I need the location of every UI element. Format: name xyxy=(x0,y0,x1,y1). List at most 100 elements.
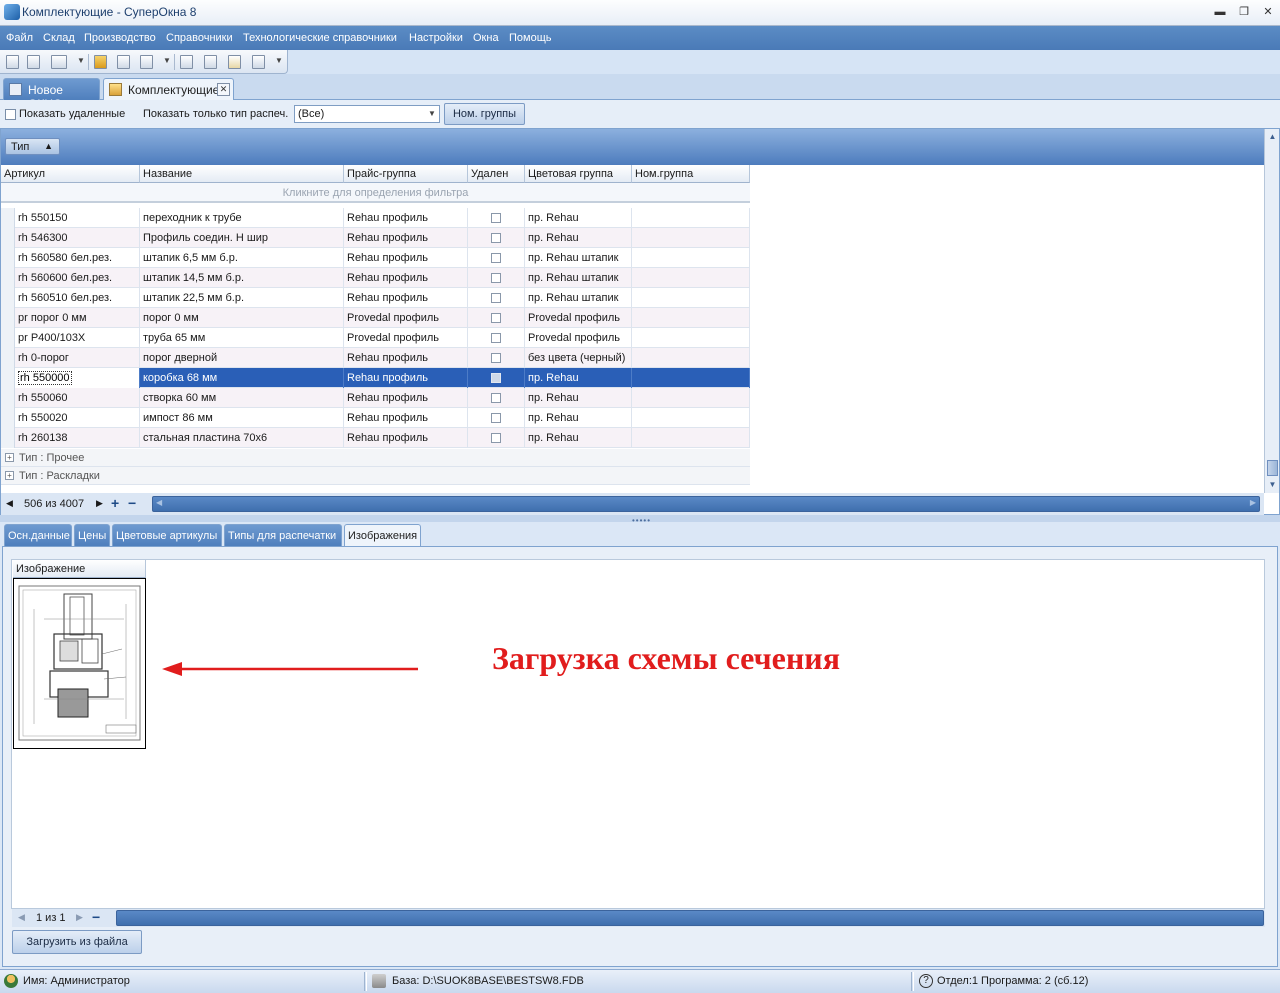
print-type-select[interactable]: (Все) ▼ xyxy=(294,105,440,123)
deleted-checkbox[interactable] xyxy=(491,433,501,443)
next-record-icon[interactable]: ▶ xyxy=(96,498,103,509)
show-deleted-checkbox[interactable] xyxy=(5,109,16,120)
table-row[interactable]: pr P400/103X труба 65 мм Provedal профиль P… xyxy=(1,328,750,348)
cell-article[interactable]: rh 560600 бел.рез. xyxy=(15,268,140,288)
cell-article[interactable]: rh 546300 xyxy=(15,228,140,248)
cell-article[interactable]: rh 560580 бел.рез. xyxy=(15,248,140,268)
deleted-checkbox[interactable] xyxy=(491,273,501,283)
menu-help[interactable]: Помощь xyxy=(509,32,552,44)
cell-price-group[interactable]: Rehau профиль xyxy=(344,208,468,228)
cell-article[interactable]: rh 560510 бел.рез. xyxy=(15,288,140,308)
table-row[interactable]: rh 550060 створка 60 мм Rehau профиль пр. R… xyxy=(1,388,750,408)
cell-name[interactable]: штапик 14,5 мм б.р. xyxy=(140,268,344,288)
cell-nom-group[interactable] xyxy=(632,248,750,268)
cell-name[interactable]: створка 60 мм xyxy=(140,388,344,408)
cell-color-group[interactable]: без цвета (черный) xyxy=(525,348,632,368)
help-question-icon[interactable]: ? xyxy=(919,974,933,988)
close-window-button[interactable]: ✕ xyxy=(1258,4,1278,20)
section-drawing-image[interactable] xyxy=(13,578,146,749)
cell-color-group[interactable]: пр. Rehau xyxy=(525,368,632,388)
deleted-checkbox[interactable] xyxy=(491,393,501,403)
paste-icon[interactable] xyxy=(140,55,153,69)
cell-name[interactable]: стальная пластина 70х6 xyxy=(140,428,344,448)
menu-tech-references[interactable]: Технологические справочники xyxy=(243,32,397,44)
cell-color-group[interactable]: пр. Rehau xyxy=(525,408,632,428)
copy-icon[interactable] xyxy=(117,55,130,69)
cell-deleted[interactable] xyxy=(468,268,525,288)
document-list-icon[interactable] xyxy=(180,55,193,69)
cell-color-group[interactable]: пр. Rehau xyxy=(525,388,632,408)
cell-name[interactable]: переходник к трубе xyxy=(140,208,344,228)
menu-windows[interactable]: Окна xyxy=(473,32,499,44)
tab-new-window[interactable]: Новое ОКНО xyxy=(3,78,100,111)
cell-color-group[interactable]: пр. Rehau xyxy=(525,208,632,228)
table-row[interactable]: rh 550150 переходник к трубе Rehau профиль… xyxy=(1,208,750,228)
delete-image-icon[interactable]: − xyxy=(92,909,100,925)
expand-plus-icon[interactable]: + xyxy=(5,453,14,462)
images-horizontal-scrollbar[interactable] xyxy=(116,910,1264,926)
table-row[interactable]: rh 550020 импост 86 мм Rehau профиль пр. Re… xyxy=(1,408,750,428)
tab-color-articles[interactable]: Цветовые артикулы xyxy=(112,524,222,546)
cell-color-group[interactable]: пр. Rehau штапик xyxy=(525,268,632,288)
cell-nom-group[interactable] xyxy=(632,428,750,448)
cell-nom-group[interactable] xyxy=(632,348,750,368)
table-row[interactable]: rh 0-порог порог дверной Rehau профиль без … xyxy=(1,348,750,368)
deleted-checkbox[interactable] xyxy=(491,413,501,423)
grid-vertical-scrollbar[interactable]: ▲ ▼ xyxy=(1264,129,1279,493)
cell-article[interactable]: rh 260138 xyxy=(15,428,140,448)
cell-nom-group[interactable] xyxy=(632,208,750,228)
deleted-checkbox[interactable] xyxy=(491,253,501,263)
cell-deleted[interactable] xyxy=(468,308,525,328)
row-indicator[interactable] xyxy=(1,408,15,428)
cell-color-group[interactable]: пр. Rehau xyxy=(525,428,632,448)
cell-deleted[interactable] xyxy=(468,288,525,308)
grid-horizontal-scrollbar[interactable]: ◀ ▶ xyxy=(152,496,1260,512)
panel-splitter[interactable]: ••••• xyxy=(0,515,1280,525)
scroll-thumb[interactable] xyxy=(1267,460,1278,476)
print-dropdown-icon[interactable]: ▼ xyxy=(77,56,85,65)
column-header-color-group[interactable]: Цветовая группа xyxy=(525,165,632,183)
cell-color-group[interactable]: пр. Rehau xyxy=(525,228,632,248)
row-indicator[interactable] xyxy=(1,228,15,248)
table-row[interactable]: rh 260138 стальная пластина 70х6 Rehau про… xyxy=(1,428,750,448)
cell-name[interactable]: труба 65 мм xyxy=(140,328,344,348)
minimize-button[interactable]: ▬ xyxy=(1210,4,1230,20)
column-header-image[interactable]: Изображение xyxy=(13,560,146,578)
paste-dropdown-icon[interactable]: ▼ xyxy=(163,56,171,65)
row-indicator[interactable] xyxy=(1,308,15,328)
cell-nom-group[interactable] xyxy=(632,328,750,348)
cell-name[interactable]: штапик 6,5 мм б.р. xyxy=(140,248,344,268)
table-row[interactable]: rh 550000 коробка 68 мм Rehau профиль пр. R… xyxy=(1,368,750,388)
menu-file[interactable]: Файл xyxy=(6,32,33,44)
scroll-down-icon[interactable]: ▼ xyxy=(1267,480,1278,489)
new-from-template-icon[interactable] xyxy=(27,55,40,69)
cell-price-group[interactable]: Rehau профиль xyxy=(344,228,468,248)
clipboard-icon[interactable] xyxy=(204,55,217,69)
scroll-left-icon[interactable]: ◀ xyxy=(156,498,162,507)
add-record-icon[interactable]: + xyxy=(111,495,119,511)
table-row[interactable]: rh 546300 Профиль соедин. Н шир Rehau проф… xyxy=(1,228,750,248)
close-tab-icon[interactable]: ✕ xyxy=(217,83,230,96)
cell-article[interactable]: rh 550000 xyxy=(15,368,140,388)
cell-deleted[interactable] xyxy=(468,388,525,408)
table-row[interactable]: rh 560600 бел.рез. штапик 14,5 мм б.р. Reh… xyxy=(1,268,750,288)
deleted-checkbox[interactable] xyxy=(491,293,501,303)
traffic-light-icon[interactable] xyxy=(94,55,107,69)
cell-price-group[interactable]: Rehau профиль xyxy=(344,248,468,268)
row-indicator[interactable] xyxy=(1,388,15,408)
chevron-down-icon[interactable]: ▼ xyxy=(425,106,439,122)
cell-nom-group[interactable] xyxy=(632,308,750,328)
table-row[interactable]: pr порог 0 мм порог 0 мм Provedal профиль P… xyxy=(1,308,750,328)
tab-images[interactable]: Изображения xyxy=(344,524,421,546)
table-row[interactable]: rh 560510 бел.рез. штапик 22,5 мм б.р. Reh… xyxy=(1,288,750,308)
cell-name[interactable]: порог дверной xyxy=(140,348,344,368)
cell-deleted[interactable] xyxy=(468,348,525,368)
row-indicator[interactable] xyxy=(1,328,15,348)
cell-price-group[interactable]: Rehau профиль xyxy=(344,408,468,428)
new-document-icon[interactable] xyxy=(6,55,19,69)
cell-deleted[interactable] xyxy=(468,368,525,388)
row-indicator[interactable] xyxy=(1,428,15,448)
cell-name[interactable]: порог 0 мм xyxy=(140,308,344,328)
cell-nom-group[interactable] xyxy=(632,368,750,388)
row-indicator[interactable] xyxy=(1,208,15,228)
